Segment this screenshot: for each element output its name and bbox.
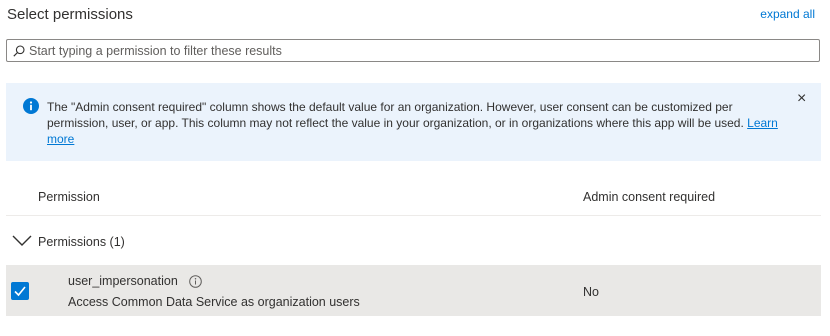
banner-message: The "Admin consent required" column show… [47, 99, 792, 147]
search-icon [13, 44, 25, 57]
permission-description: Access Common Data Service as organizati… [68, 295, 360, 309]
column-header-permission[interactable]: Permission [38, 190, 100, 204]
banner-text: The "Admin consent required" column show… [47, 100, 744, 130]
close-icon[interactable]: × [797, 91, 806, 107]
chevron-down-icon[interactable] [12, 235, 32, 247]
admin-consent-value: No [583, 285, 599, 299]
checkmark-icon [14, 286, 26, 297]
permission-search-box[interactable] [6, 39, 820, 62]
permission-name: user_impersonation [68, 274, 178, 288]
expand-all-link[interactable]: expand all [760, 7, 815, 21]
permission-checkbox[interactable] [11, 282, 29, 300]
column-header-admin-consent[interactable]: Admin consent required [583, 190, 715, 204]
search-input[interactable] [29, 43, 809, 58]
table-row[interactable]: user_impersonation Access Common Data Se… [6, 265, 821, 316]
header-divider [6, 215, 821, 216]
permission-group-label[interactable]: Permissions (1) [38, 235, 125, 249]
info-outline-icon[interactable] [189, 275, 202, 288]
info-icon [23, 98, 39, 114]
page-title: Select permissions [7, 6, 133, 23]
info-banner: The "Admin consent required" column show… [6, 83, 821, 161]
